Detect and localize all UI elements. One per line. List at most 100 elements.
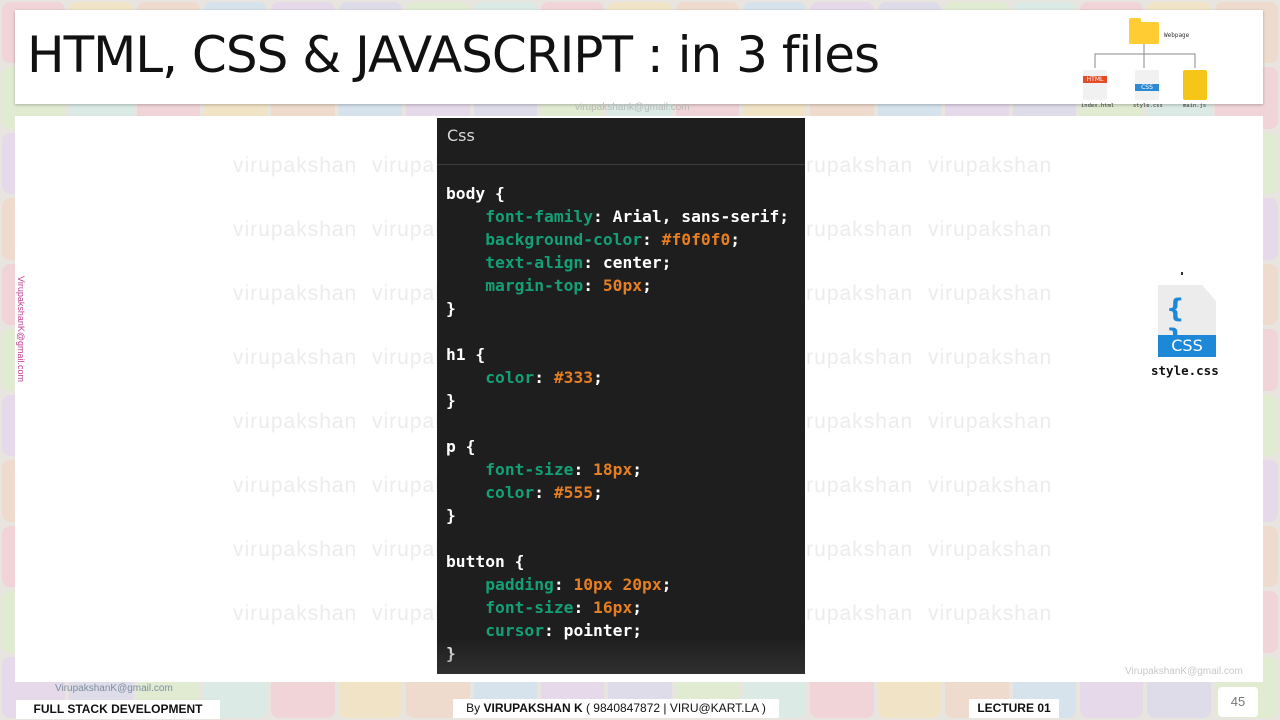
- watermark-text: virupakshan: [233, 346, 358, 369]
- watermark-text: virupakshan: [233, 218, 358, 241]
- code-token: button {: [446, 552, 525, 571]
- code-language-tab: Css: [447, 126, 475, 145]
- code-token: background-color: [446, 230, 643, 249]
- code-line: }: [446, 389, 789, 412]
- code-token: :: [642, 230, 662, 249]
- code-token: body {: [446, 184, 505, 203]
- code-line: h1 {: [446, 343, 789, 366]
- code-token: 10px 20px: [573, 575, 662, 594]
- watermark-text: virupakshan: [233, 602, 358, 625]
- code-token: #f0f0f0: [661, 230, 731, 249]
- folder-label: Webpage: [1164, 32, 1190, 39]
- code-token: : center;: [583, 253, 672, 272]
- code-token: text-align: [446, 253, 584, 272]
- code-line: body {: [446, 182, 789, 205]
- watermark-text: virupakshan: [789, 602, 914, 625]
- watermark-text: virupakshan: [789, 474, 914, 497]
- file-label: index.html: [1081, 103, 1115, 109]
- code-fade: [437, 638, 805, 674]
- code-token: #333: [553, 368, 594, 387]
- code-panel: Css body { font-family: Arial, sans-seri…: [437, 118, 805, 674]
- dot-mark: [1181, 272, 1183, 275]
- code-token: : Arial, sans-serif;: [593, 207, 790, 226]
- code-token: :: [583, 276, 603, 295]
- code-token: color: [446, 483, 535, 502]
- code-token: }: [446, 299, 456, 318]
- watermark-text: virupakshan: [928, 282, 1053, 305]
- folder-icon: [1129, 18, 1159, 44]
- watermark-text: virupakshan: [789, 218, 914, 241]
- watermark-text: virupakshan: [928, 538, 1053, 561]
- code-token: color: [446, 368, 535, 387]
- watermark-text: virupakshan: [928, 410, 1053, 433]
- code-divider: [437, 164, 805, 165]
- code-line: p {: [446, 435, 789, 458]
- code-token: ;: [642, 276, 652, 295]
- code-line: color: #333;: [446, 366, 789, 389]
- css-filename-label: style.css: [1151, 363, 1219, 378]
- code-line: background-color: #f0f0f0;: [446, 228, 789, 251]
- watermark-text: virupakshan: [789, 282, 914, 305]
- code-token: ;: [632, 598, 643, 617]
- slide-title: HTML, CSS & JAVASCRIPT : in 3 files: [27, 26, 880, 84]
- author-label: By VIRUPAKSHAN K ( 9840847872 | VIRU@KAR…: [453, 699, 779, 718]
- watermark-text: virupakshan: [789, 410, 914, 433]
- code-token: :: [534, 368, 554, 387]
- code-token: :: [573, 460, 594, 479]
- watermark-text: virupakshan: [233, 474, 358, 497]
- watermark-text: virupakshan: [928, 474, 1053, 497]
- code-line: color: #555;: [446, 481, 789, 504]
- css-file-icon: CSS: [1135, 70, 1159, 100]
- side-email-left: VirupakshanK@gmail.com: [16, 276, 26, 383]
- course-label: FULL STACK DEVELOPMENT: [16, 700, 220, 719]
- code-token: :: [553, 575, 574, 594]
- code-line: button {: [446, 550, 789, 573]
- code-token: 18px: [593, 460, 633, 479]
- watermark-text: virupakshan: [789, 154, 914, 177]
- code-token: font-size: [446, 460, 574, 479]
- watermark-text: virupakshan: [233, 154, 358, 177]
- code-line: font-size: 18px;: [446, 458, 789, 481]
- code-token: #555: [553, 483, 594, 502]
- slide-content: virupakshan virupakshan virupakshan virupak…: [15, 116, 1263, 682]
- js-file-icon: [1183, 70, 1207, 100]
- title-bar: HTML, CSS & JAVASCRIPT : in 3 files Webp…: [15, 10, 1263, 113]
- mini-file-diagram: Webpage HTML CSS index.html style.css ma…: [1067, 12, 1227, 112]
- code-line: padding: 10px 20px;: [446, 573, 789, 596]
- watermark-text: virupakshan: [928, 346, 1053, 369]
- code-token: ;: [632, 460, 643, 479]
- css-file-icon-large: { } CSS: [1158, 285, 1218, 361]
- css-badge: CSS: [1158, 335, 1216, 357]
- email-watermark-bottom: VirupakshanK@gmail.com: [55, 683, 173, 694]
- watermark-text: virupakshan: [928, 154, 1053, 177]
- code-token: margin-top: [446, 276, 584, 295]
- file-label: main.js: [1183, 103, 1207, 109]
- watermark-text: virupakshan: [233, 282, 358, 305]
- code-token: ;: [661, 575, 672, 594]
- code-token: font-family: [446, 207, 594, 226]
- code-token: font-size: [446, 598, 574, 617]
- code-line: margin-top: 50px;: [446, 274, 789, 297]
- watermark-text: virupakshan: [789, 346, 914, 369]
- code-token: :: [534, 483, 554, 502]
- html-file-icon: HTML: [1083, 70, 1107, 100]
- watermark-text: virupakshan: [789, 538, 914, 561]
- email-watermark-right: VirupakshanK@gmail.com: [1125, 666, 1243, 677]
- code-token: 50px: [602, 276, 643, 295]
- code-token: }: [446, 506, 456, 525]
- page-number: 45: [1218, 687, 1258, 717]
- code-token: :: [573, 598, 594, 617]
- watermark-text: virupakshan: [928, 218, 1053, 241]
- lecture-label: LECTURE 01: [969, 699, 1059, 718]
- css-code-block: body { font-family: Arial, sans-serif; b…: [446, 182, 789, 665]
- code-token: ;: [593, 483, 603, 502]
- code-token: }: [446, 391, 456, 410]
- code-line: }: [446, 297, 789, 320]
- code-token: p {: [446, 437, 476, 456]
- watermark-text: virupakshan: [233, 538, 358, 561]
- code-token: h1 {: [446, 345, 486, 364]
- code-line: font-family: Arial, sans-serif;: [446, 205, 789, 228]
